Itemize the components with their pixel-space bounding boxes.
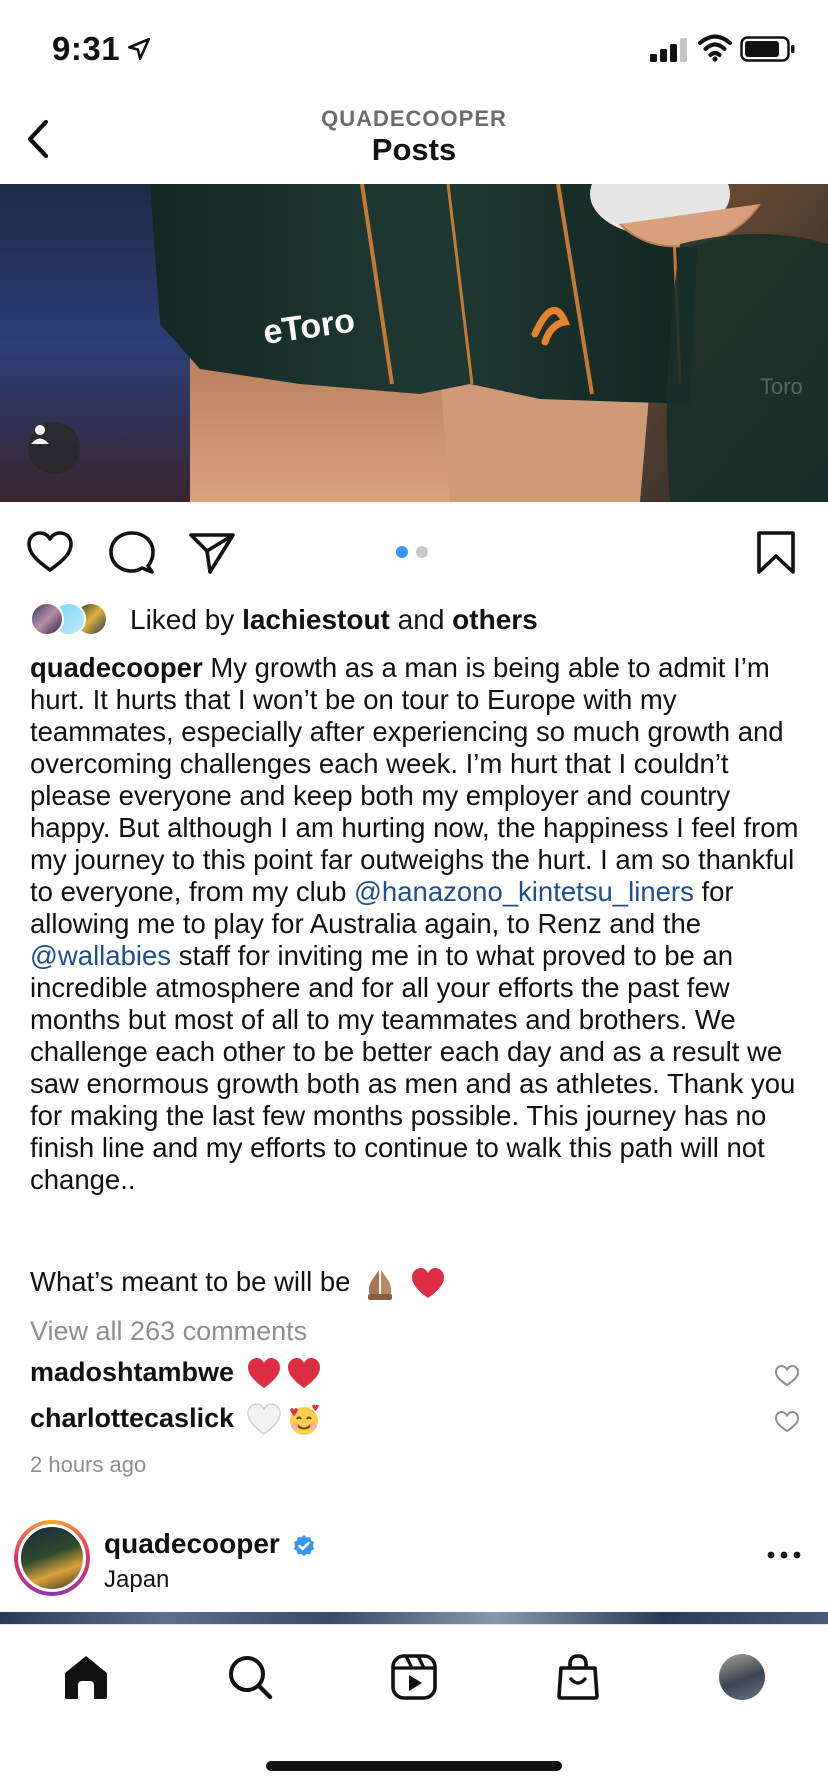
- comment-bubble-icon[interactable]: [108, 530, 156, 576]
- comment-row: madoshtambwe: [30, 1356, 800, 1396]
- caption-username[interactable]: quadecooper: [30, 652, 203, 683]
- verified-badge-icon: [293, 1535, 315, 1557]
- home-indicator: [266, 1761, 562, 1771]
- next-post-location[interactable]: Japan: [104, 1566, 169, 1594]
- likes-and: and: [397, 604, 445, 635]
- tab-home[interactable]: [58, 1649, 114, 1705]
- caption-text: staff for inviting me in to what proved …: [30, 940, 796, 1195]
- caption-closing: What’s meant to be will be: [30, 1264, 446, 1302]
- post-timestamp: 2 hours ago: [30, 1452, 147, 1477]
- header: QUADECOOPER Posts: [0, 96, 828, 184]
- location-arrow-icon: [127, 37, 151, 61]
- red-heart-emoji: [287, 1358, 320, 1388]
- next-post-image[interactable]: [0, 1612, 828, 1624]
- like-heart-icon[interactable]: [26, 530, 74, 576]
- home-icon: [65, 1656, 107, 1699]
- mention-link[interactable]: @wallabies: [30, 940, 171, 971]
- carousel-dot: [416, 546, 428, 558]
- svg-text:Toro: Toro: [760, 374, 803, 399]
- next-post-username[interactable]: quadecooper: [104, 1528, 280, 1560]
- post-photo: eToro Toro: [0, 184, 828, 502]
- post-image[interactable]: eToro Toro: [0, 184, 828, 502]
- red-heart-emoji: [247, 1358, 280, 1388]
- likes-prefix: Liked by: [130, 604, 235, 635]
- carousel-dot-active: [396, 546, 408, 558]
- carousel-indicator: [396, 546, 436, 560]
- post-actions: [0, 520, 828, 584]
- cellular-signal-icon: [650, 38, 687, 62]
- tagged-people-button[interactable]: [28, 422, 80, 474]
- smiling-face-with-hearts-emoji: [289, 1404, 319, 1435]
- next-post-header: quadecooper Japan: [0, 1514, 828, 1612]
- likes-others[interactable]: others: [452, 604, 538, 635]
- liker-avatars: [30, 602, 120, 638]
- folded-hands-emoji: [368, 1269, 393, 1300]
- tab-profile[interactable]: [714, 1649, 770, 1705]
- avatar: [18, 1524, 86, 1592]
- liker-username[interactable]: lachiestout: [242, 604, 390, 635]
- view-all-comments-link[interactable]: View all 263 comments: [30, 1316, 307, 1347]
- more-options-icon[interactable]: [764, 1540, 804, 1570]
- comment-like-heart-icon[interactable]: [774, 1364, 800, 1388]
- profile-avatar: [719, 1654, 765, 1700]
- tab-shop[interactable]: [550, 1649, 606, 1705]
- comment-like-heart-icon[interactable]: [774, 1410, 800, 1434]
- comment-username[interactable]: charlottecaslick: [30, 1403, 234, 1433]
- comment-username[interactable]: madoshtambwe: [30, 1357, 234, 1387]
- post-caption: quadecooper My growth as a man is being …: [30, 652, 802, 1196]
- likes-summary[interactable]: Liked by lachiestout and others: [30, 600, 810, 640]
- page-title: Posts: [371, 132, 457, 167]
- status-time: 9:31: [52, 30, 121, 67]
- reels-icon: [391, 1654, 437, 1700]
- tab-search[interactable]: [222, 1649, 278, 1705]
- mention-link[interactable]: @hanazono_kintetsu_liners: [354, 876, 694, 907]
- wifi-icon: [698, 34, 732, 62]
- white-heart-emoji: [246, 1403, 281, 1435]
- header-username: QUADECOOPER: [321, 106, 507, 131]
- likes-text: Liked by lachiestout and others: [130, 604, 538, 636]
- search-icon: [229, 1656, 273, 1700]
- share-send-icon[interactable]: [188, 530, 236, 576]
- story-ring-avatar[interactable]: [14, 1520, 90, 1596]
- person-icon: [31, 425, 49, 444]
- tab-reels[interactable]: [386, 1649, 442, 1705]
- status-bar: 9:31: [0, 0, 828, 96]
- caption-closing-text: What’s meant to be will be: [30, 1266, 351, 1297]
- red-heart-emoji: [411, 1267, 444, 1298]
- liker-avatar: [30, 602, 64, 636]
- comment-row: charlottecaslick: [30, 1402, 800, 1442]
- battery-icon: [740, 36, 795, 62]
- save-bookmark-icon[interactable]: [752, 530, 800, 576]
- shop-bag-icon: [557, 1654, 599, 1700]
- caption-text: My growth as a man is being able to admi…: [30, 652, 799, 907]
